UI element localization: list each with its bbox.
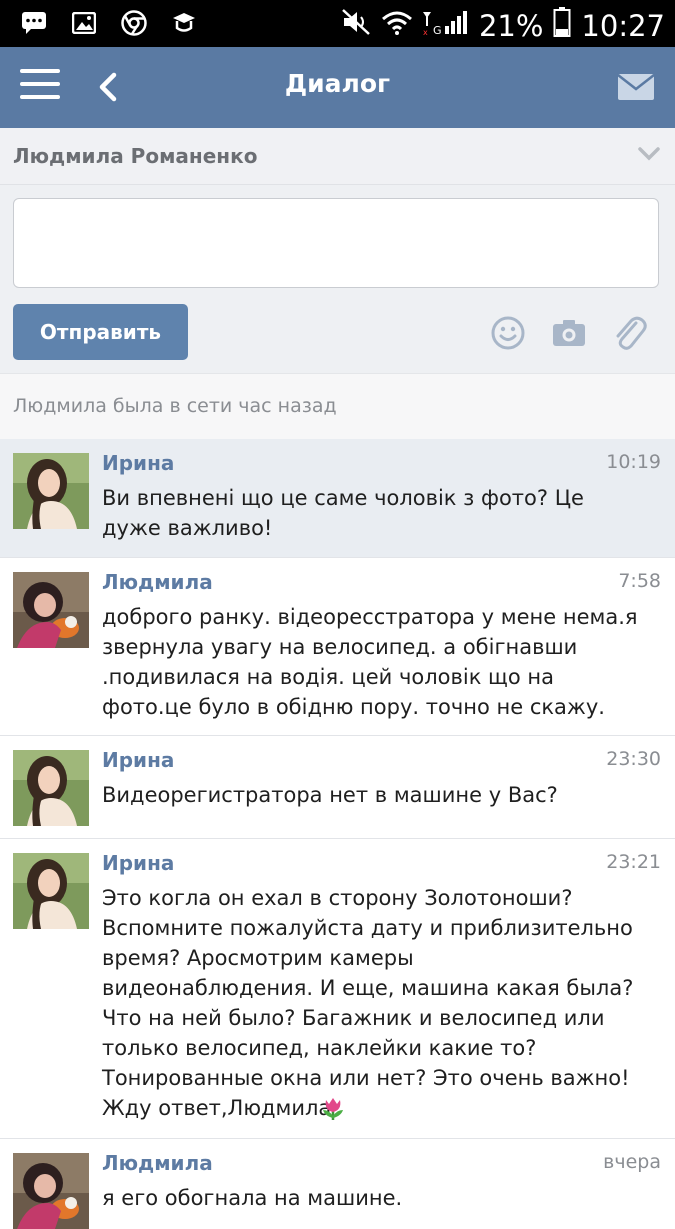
svg-text:x: x [423,28,428,36]
message-icon [20,9,48,37]
avatar[interactable] [13,750,89,826]
avatar[interactable] [13,853,89,929]
mail-icon[interactable] [617,72,655,102]
message-author[interactable]: Ирина [102,451,174,475]
message-item[interactable]: Ирина 23:21 Это когла он ехал в сторону … [0,839,675,1139]
message-text: доброго ранку. відеоресстратора у мене н… [102,605,638,719]
svg-text:G: G [433,24,442,36]
message-input[interactable] [13,198,659,288]
app-header: Диалог [0,47,675,128]
chrome-icon [120,9,148,37]
app-icon [170,9,198,37]
message-time: вчера [603,1151,661,1173]
recipient-bar[interactable]: Людмила Романенко [0,128,675,185]
message-text: Видеорегистратора нет в машине у Вас? [102,783,558,807]
chevron-down-icon[interactable] [637,146,661,166]
status-bar: xG 21% 10:27 [0,0,675,47]
message-item[interactable]: Ирина 10:19 Ви впевнені що це саме чолов… [0,439,675,558]
message-item[interactable]: Людмила 7:58 доброго ранку. відеоресстра… [0,558,675,736]
message-text: я его обогнала на машине. [102,1186,403,1210]
page-title: Диалог [284,69,391,98]
message-time: 10:19 [606,451,661,473]
message-author[interactable]: Ирина [102,748,174,772]
message-item[interactable]: Людмила вчера я его обогнала на машине. [0,1139,675,1229]
battery-icon [553,6,571,45]
online-status: Людмила была в сети час назад [0,373,675,441]
message-author[interactable]: Ирина [102,851,174,875]
message-text: Это когла он ехал в сторону Золотоноши? … [102,886,634,1120]
avatar[interactable] [13,453,89,529]
message-time: 23:21 [606,851,661,873]
attach-icon[interactable] [612,315,648,351]
signal-icon: xG [422,8,469,43]
camera-icon[interactable] [551,315,587,351]
message-time: 23:30 [606,748,661,770]
avatar[interactable] [13,1153,89,1229]
emoji-icon[interactable] [490,315,526,351]
tulip-emoji-icon [318,1094,348,1128]
message-time: 7:58 [618,570,661,592]
online-status-text: Людмила была в сети час назад [13,395,337,417]
compose-area: Отправить [0,185,675,373]
message-author[interactable]: Людмила [102,570,213,594]
battery-percent: 21% [478,8,544,43]
avatar[interactable] [13,572,89,648]
mute-icon [341,8,371,43]
message-author[interactable]: Людмила [102,1151,213,1175]
send-button[interactable]: Отправить [13,304,188,360]
wifi-icon [381,9,413,43]
image-icon [70,9,98,37]
message-text: Ви впевнені що це саме чоловік з фото? Ц… [102,486,584,540]
message-item[interactable]: Ирина 23:30 Видеорегистратора нет в маши… [0,736,675,839]
recipient-name: Людмила Романенко [13,144,258,168]
clock: 10:27 [581,8,665,43]
